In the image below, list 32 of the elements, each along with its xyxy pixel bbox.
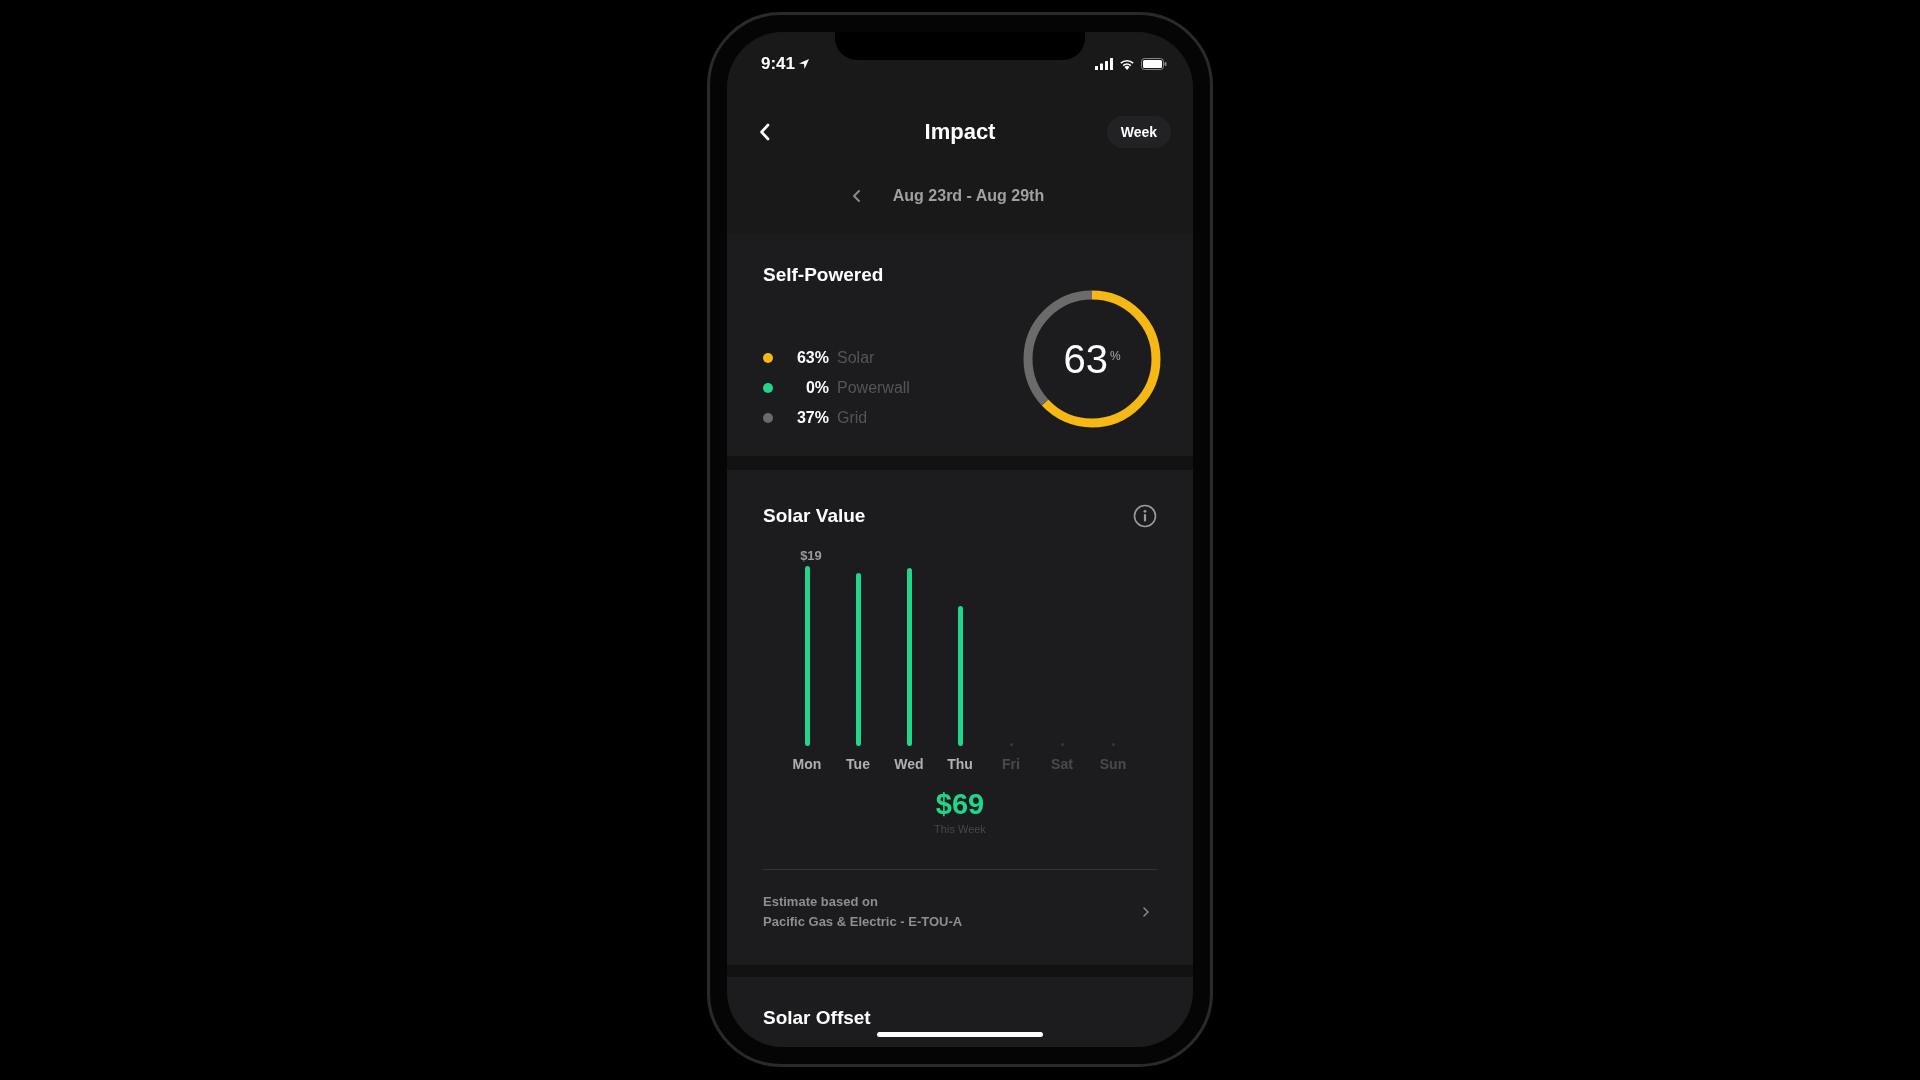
card-title: Solar Offset	[763, 1007, 872, 1029]
day-label: Tue	[846, 756, 870, 772]
info-icon[interactable]	[1133, 504, 1157, 528]
bar-value-label: $19	[800, 548, 822, 565]
legend-label: Solar	[837, 349, 875, 367]
donut-unit: %	[1109, 349, 1121, 363]
day-label: Mon	[792, 756, 822, 772]
battery-icon	[1141, 58, 1167, 70]
chevron-right-icon	[1143, 906, 1149, 917]
status-time: 9:41	[761, 54, 796, 74]
weekly-total: $69	[935, 788, 985, 821]
day-label: Thu	[947, 756, 973, 772]
wifi-icon	[1119, 58, 1135, 70]
estimate-row[interactable]: Estimate based on Pacific Gas & Electric - E-TOU-A	[763, 869, 1157, 965]
estimate-label: Estimate based on	[763, 894, 879, 909]
legend-label: Grid	[837, 409, 868, 427]
page-title: Impact	[924, 119, 996, 145]
date-range: Aug 23rd - Aug 29th	[892, 187, 1045, 205]
location-arrow-icon	[798, 58, 811, 70]
back-chevron-icon	[759, 123, 771, 141]
legend-percent: 0%	[804, 379, 829, 397]
legend-label: Powerwall	[837, 379, 910, 397]
day-label: Wed	[894, 756, 924, 772]
chevron-left-icon	[851, 189, 861, 203]
utility-plan: Pacific Gas & Electric - E-TOU-A	[763, 914, 963, 929]
card-title: Self-Powered	[763, 264, 885, 286]
donut-value: 63	[1063, 336, 1108, 382]
period-button[interactable]: Week	[1106, 116, 1171, 148]
legend-percent: 37%	[795, 409, 829, 427]
legend-percent: 63%	[795, 349, 829, 367]
signal-icon	[1095, 58, 1113, 70]
card-title: Solar Value	[763, 505, 866, 527]
